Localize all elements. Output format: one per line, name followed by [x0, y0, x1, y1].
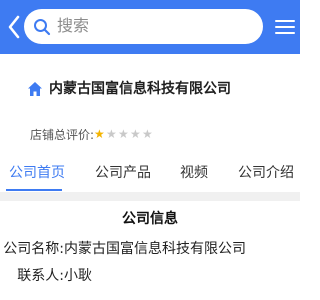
star-empty-icon: ★: [106, 127, 117, 141]
info-value: 小耿: [64, 268, 92, 284]
star-filled-icon: ★: [94, 127, 105, 141]
search-placeholder: 搜索: [57, 16, 90, 35]
tab-products[interactable]: 公司产品: [95, 163, 151, 183]
home-icon: [28, 82, 42, 96]
star-empty-icon: ★: [118, 127, 129, 141]
info-label: 联系人:: [17, 268, 64, 284]
tab-bar: 公司首页 公司产品 视频 公司介绍: [0, 154, 300, 192]
company-header: 内蒙古国富信息科技有限公司 店铺总评价: ★ ★ ★ ★ ★: [0, 54, 300, 154]
info-value: 内蒙古国富信息科技有限公司: [64, 241, 246, 257]
info-row-company-name: 公司名称:内蒙古国富信息科技有限公司: [0, 240, 246, 258]
section-divider: [0, 192, 300, 201]
tab-videos[interactable]: 视频: [180, 163, 208, 183]
company-info-section: 公司信息 公司名称:内蒙古国富信息科技有限公司 联系人:小耿: [0, 201, 300, 300]
star-empty-icon: ★: [130, 127, 141, 141]
menu-icon[interactable]: [273, 13, 297, 41]
section-title: 公司信息: [122, 211, 178, 227]
star-empty-icon: ★: [142, 127, 153, 141]
active-tab-indicator: [6, 189, 62, 191]
info-row-contact: 联系人:小耿: [0, 267, 92, 285]
rating-stars: ★ ★ ★ ★ ★: [94, 127, 153, 141]
tab-home[interactable]: 公司首页: [9, 163, 65, 183]
info-label: 公司名称:: [3, 241, 64, 257]
company-name: 内蒙古国富信息科技有限公司: [49, 81, 231, 97]
rating-label: 店铺总评价:: [30, 128, 95, 142]
search-icon: [34, 19, 51, 36]
search-input[interactable]: 搜索: [24, 9, 263, 44]
top-bar: 搜索: [0, 0, 300, 54]
tab-about[interactable]: 公司介绍: [238, 163, 294, 183]
back-arrow-icon[interactable]: [6, 13, 22, 41]
